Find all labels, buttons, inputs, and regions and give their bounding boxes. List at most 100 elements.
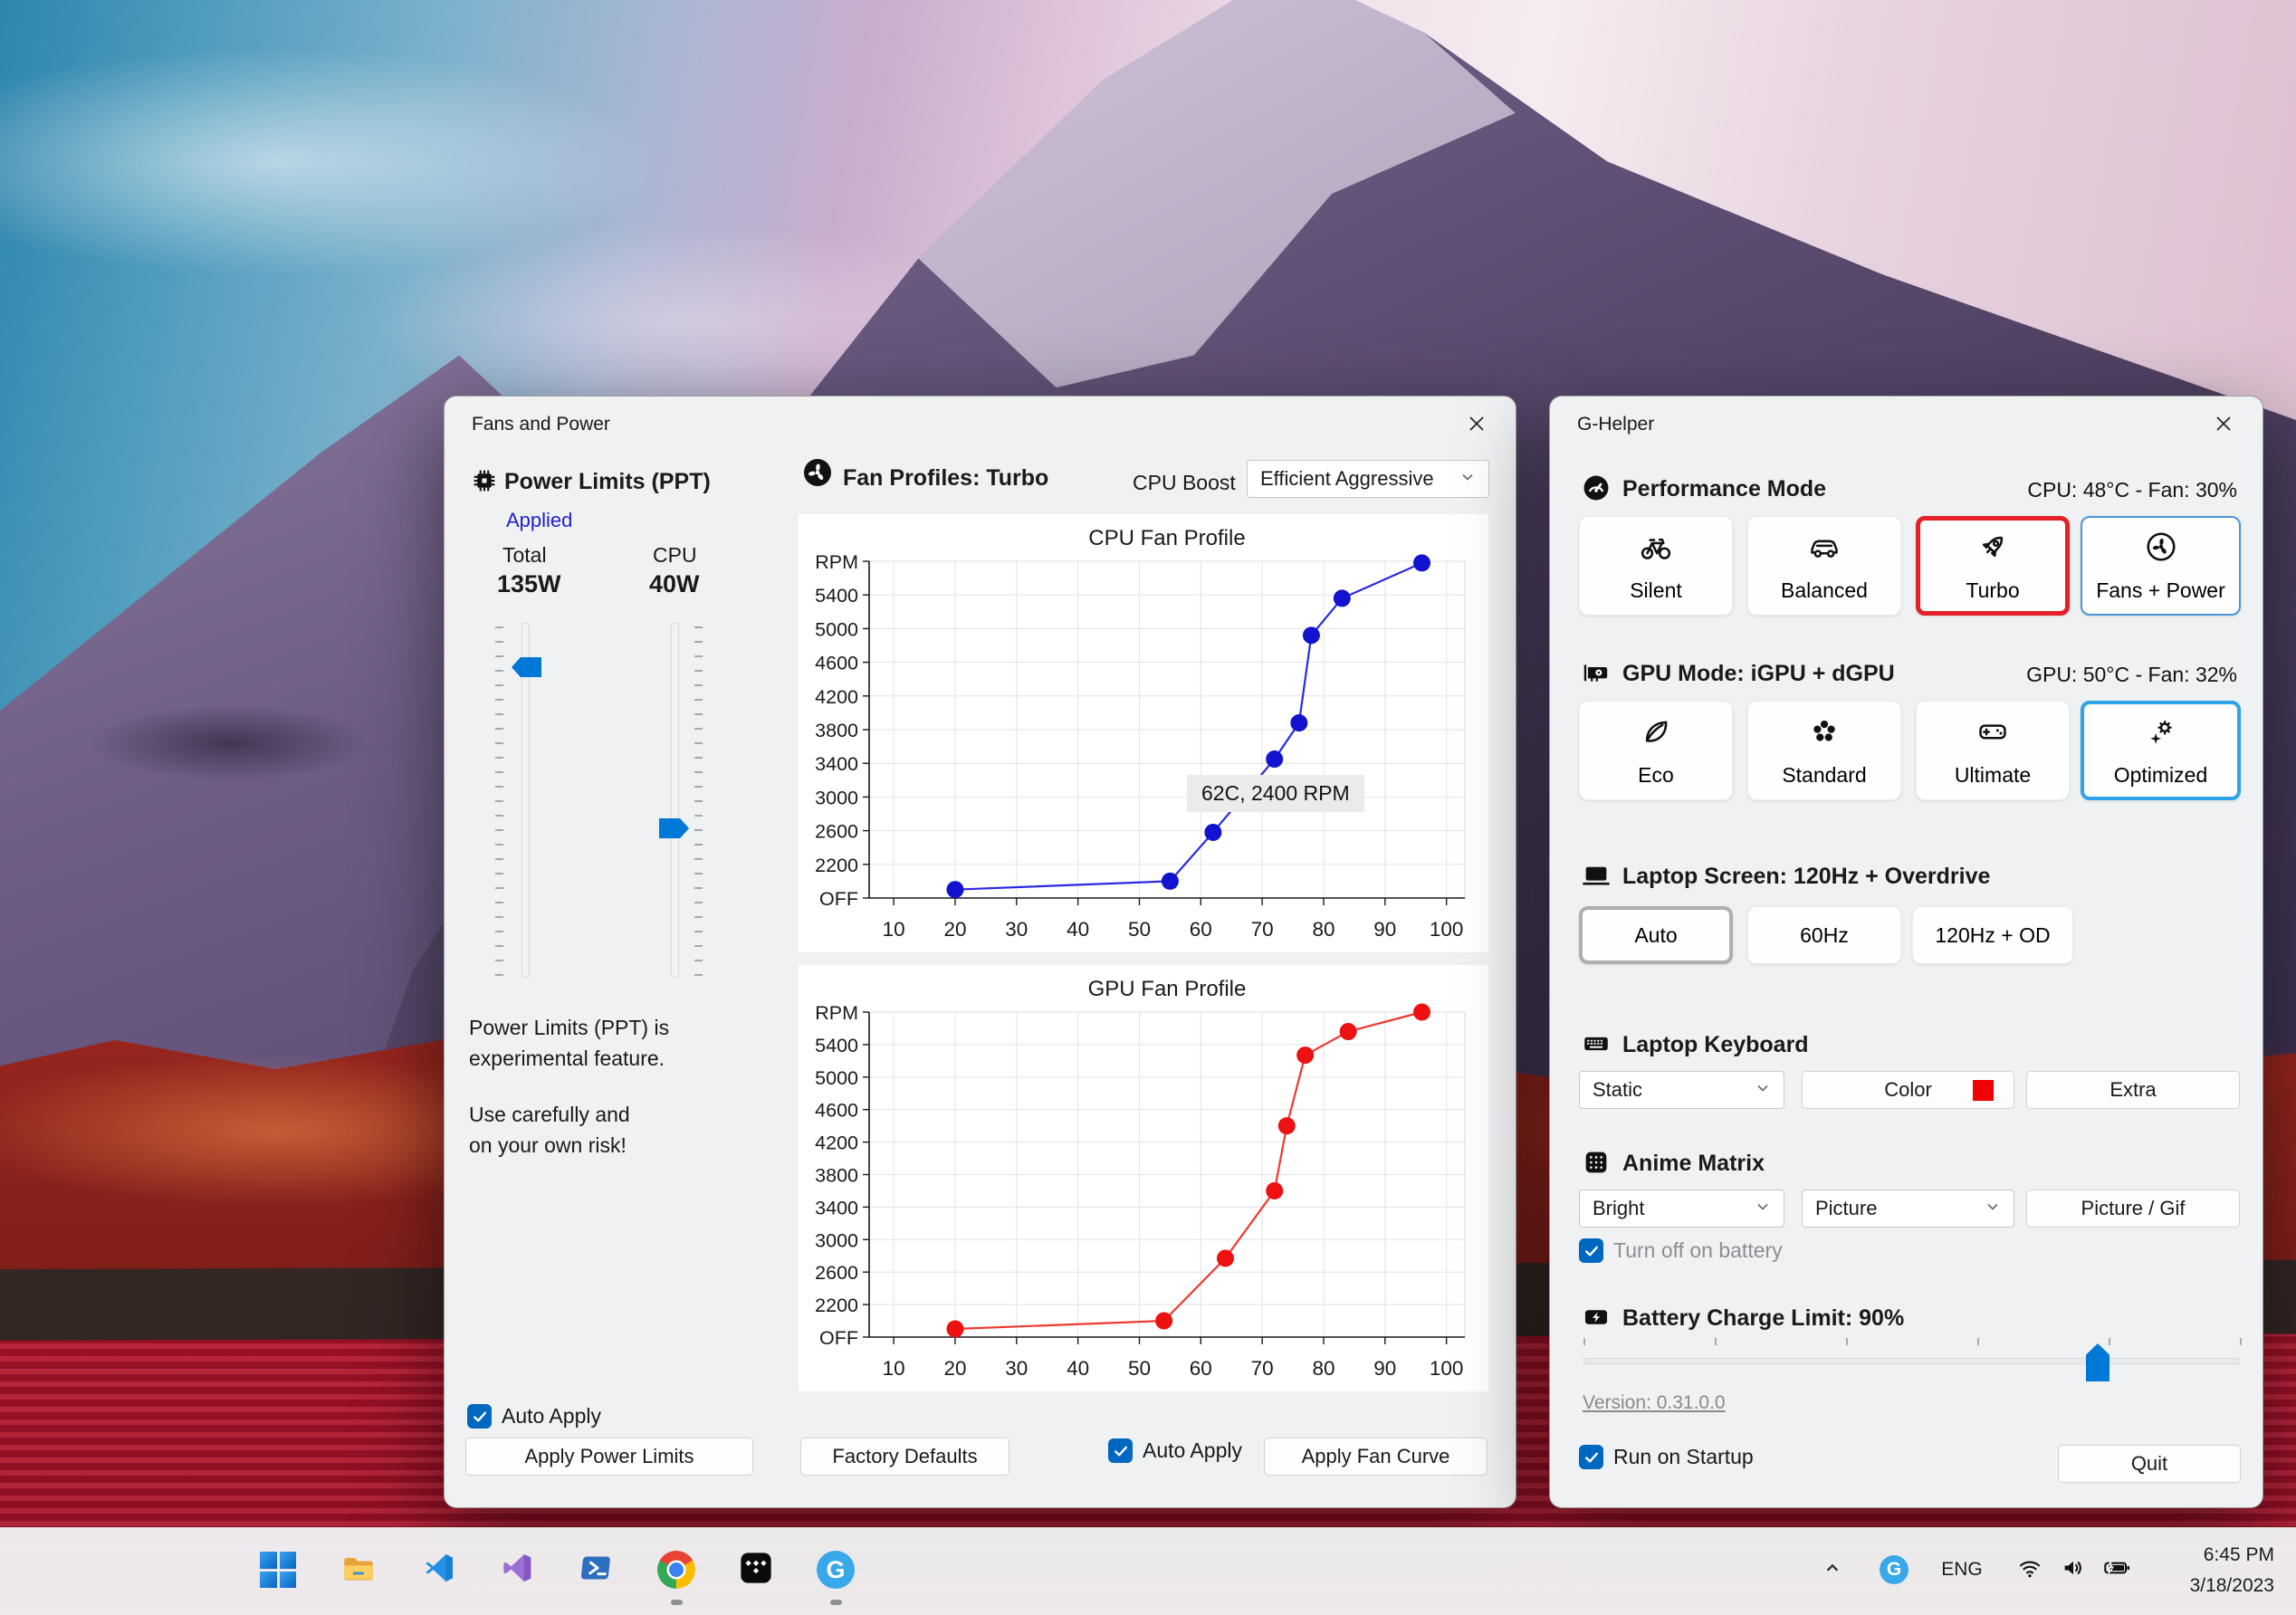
gpu-mode-heading: GPU Mode: iGPU + dGPU xyxy=(1622,661,1895,686)
battery-charge-slider-thumb[interactable] xyxy=(2086,1343,2109,1381)
gpu-fan-curve-plot[interactable]: GPU Fan Profile RPM OFF 2200 2600 3000 3400 380… xyxy=(799,965,1488,1396)
svg-text:3000: 3000 xyxy=(815,787,858,808)
screen-auto-button-selected[interactable]: Auto xyxy=(1579,906,1733,964)
close-button[interactable] xyxy=(1450,406,1503,445)
fan-auto-apply-checkbox[interactable]: Auto Apply xyxy=(1108,1438,1242,1463)
cpu-power-slider[interactable] xyxy=(671,623,679,978)
anime-mode-select[interactable]: Picture xyxy=(1802,1190,2014,1228)
factory-defaults-button[interactable]: Factory Defaults xyxy=(800,1438,1009,1476)
visual-studio-button[interactable] xyxy=(497,1548,541,1591)
svg-text:40: 40 xyxy=(1067,1357,1089,1380)
ghelper-titlebar[interactable]: G-Helper xyxy=(1550,397,2263,453)
auto-apply-label: Auto Apply xyxy=(1143,1438,1242,1462)
dot-matrix-icon xyxy=(1581,1147,1612,1178)
svg-text:RPM: RPM xyxy=(815,1002,858,1024)
windows-logo-icon xyxy=(260,1552,296,1588)
svg-text:40: 40 xyxy=(1067,918,1089,941)
svg-text:2200: 2200 xyxy=(815,1295,858,1316)
anime-brightness-select[interactable]: Bright xyxy=(1579,1190,1784,1228)
gpu-standard-button[interactable]: Standard xyxy=(1747,701,1901,800)
screen-120hz-od-button[interactable]: 120Hz + OD xyxy=(1912,906,2073,964)
svg-text:4200: 4200 xyxy=(815,686,858,708)
keyboard-color-button[interactable]: Color xyxy=(1802,1071,2014,1109)
cpu-power-slider-thumb[interactable] xyxy=(659,818,689,838)
tidal-button[interactable] xyxy=(734,1548,778,1591)
gear-sparkle-icon xyxy=(2144,714,2178,754)
svg-text:30: 30 xyxy=(1005,1357,1028,1380)
checkbox-checked-icon xyxy=(467,1404,492,1429)
experimental-note: Power Limits (PPT) is experimental featu… xyxy=(469,1016,670,1070)
keyboard-mode-select[interactable]: Static xyxy=(1579,1071,1784,1109)
close-button[interactable] xyxy=(2197,406,2250,445)
fans-window-titlebar[interactable]: Fans and Power xyxy=(445,397,1516,453)
total-power-slider-thumb[interactable] xyxy=(512,657,541,677)
checkbox-checked-icon xyxy=(1579,1238,1603,1263)
vs-code-button[interactable] xyxy=(417,1548,461,1591)
battery-charge-limit-heading: Battery Charge Limit: 90% xyxy=(1622,1305,1905,1331)
window-title: Fans and Power xyxy=(472,414,610,435)
cpu-slider-label: CPU xyxy=(653,543,697,567)
cpu-boost-label: CPU Boost xyxy=(1133,471,1236,494)
file-explorer-button[interactable] xyxy=(337,1548,380,1591)
mode-turbo-button-selected[interactable]: Turbo xyxy=(1916,516,2070,616)
apply-power-limits-button[interactable]: Apply Power Limits xyxy=(465,1438,753,1476)
speaker-icon xyxy=(2060,1554,2087,1586)
svg-text:60: 60 xyxy=(1190,918,1212,941)
mode-silent-button[interactable]: Silent xyxy=(1579,516,1733,616)
cpu-boost-select[interactable]: Efficient Aggressive xyxy=(1247,460,1489,498)
total-slider-ticks xyxy=(495,626,503,980)
wifi-tray-button[interactable] xyxy=(2010,1548,2050,1591)
turn-off-on-battery-checkbox[interactable]: Turn off on battery xyxy=(1579,1238,1783,1263)
tray-time: 6:45 PM xyxy=(2203,1544,2274,1565)
svg-text:4200: 4200 xyxy=(815,1132,858,1154)
svg-text:20: 20 xyxy=(943,918,966,941)
battery-charge-slider[interactable] xyxy=(1583,1358,2240,1364)
picture-gif-button[interactable]: Picture / Gif xyxy=(2026,1190,2240,1228)
version-link[interactable]: Version: 0.31.0.0 xyxy=(1583,1392,1726,1414)
chrome-button[interactable] xyxy=(655,1548,698,1591)
language-label: ENG xyxy=(1941,1559,1983,1580)
svg-text:30: 30 xyxy=(1005,918,1028,941)
svg-text:10: 10 xyxy=(883,918,905,941)
color-swatch xyxy=(1973,1079,1994,1101)
g-helper-button[interactable]: G xyxy=(814,1548,857,1591)
mode-balanced-button[interactable]: Balanced xyxy=(1747,516,1901,616)
keyboard-extra-button[interactable]: Extra xyxy=(2026,1071,2240,1109)
gpu-ultimate-button[interactable]: Ultimate xyxy=(1916,701,2070,800)
gpu-eco-button[interactable]: Eco xyxy=(1579,701,1733,800)
g-helper-tray-button[interactable]: G xyxy=(1872,1548,1916,1591)
quit-button[interactable]: Quit xyxy=(2058,1445,2241,1483)
total-slider-label: Total xyxy=(502,543,547,567)
clock[interactable]: 6:45 PM 3/18/2023 xyxy=(2190,1540,2274,1601)
cpu-fan-chart[interactable]: CPU Fan Profile RPM OFF 2200 2600 3000 3400 380… xyxy=(799,514,1488,952)
mode-fans-power-button[interactable]: Fans + Power xyxy=(2081,516,2241,616)
powershell-button[interactable] xyxy=(576,1548,619,1591)
wifi-icon xyxy=(2016,1554,2043,1586)
run-on-startup-checkbox[interactable]: Run on Startup xyxy=(1579,1445,1754,1469)
svg-text:100: 100 xyxy=(1430,918,1464,941)
start-button[interactable] xyxy=(256,1548,300,1591)
fan-curve-tooltip: 62C, 2400 RPM xyxy=(1187,775,1364,812)
svg-text:80: 80 xyxy=(1312,1357,1335,1380)
tray-date: 3/18/2023 xyxy=(2189,1575,2274,1596)
close-icon xyxy=(2212,412,2235,440)
rocket-icon xyxy=(1976,530,2010,569)
language-indicator[interactable]: ENG xyxy=(1937,1548,1986,1591)
running-indicator xyxy=(830,1600,842,1605)
screen-60hz-button[interactable]: 60Hz xyxy=(1747,906,1901,964)
volume-tray-button[interactable] xyxy=(2053,1548,2093,1591)
svg-text:90: 90 xyxy=(1373,1357,1396,1380)
chevron-down-icon xyxy=(1985,1197,2001,1220)
chevron-down-icon xyxy=(1755,1078,1771,1102)
cpu-fan-curve-plot[interactable]: CPU Fan Profile RPM OFF 2200 2600 3000 3400 380… xyxy=(799,514,1488,957)
tray-show-hidden-button[interactable] xyxy=(1813,1548,1852,1591)
gpu-fan-chart[interactable]: GPU Fan Profile RPM OFF 2200 2600 3000 3400 380… xyxy=(799,965,1488,1391)
gpu-optimized-button-selected[interactable]: Optimized xyxy=(2081,701,2241,800)
svg-text:3800: 3800 xyxy=(815,720,858,741)
power-auto-apply-checkbox[interactable]: Auto Apply xyxy=(467,1404,601,1429)
apply-fan-curve-button[interactable]: Apply Fan Curve xyxy=(1264,1438,1488,1476)
chevron-down-icon xyxy=(1755,1197,1771,1220)
visual-studio-icon xyxy=(501,1550,537,1591)
battery-tray-button[interactable] xyxy=(2097,1548,2137,1591)
svg-text:70: 70 xyxy=(1251,1357,1274,1380)
